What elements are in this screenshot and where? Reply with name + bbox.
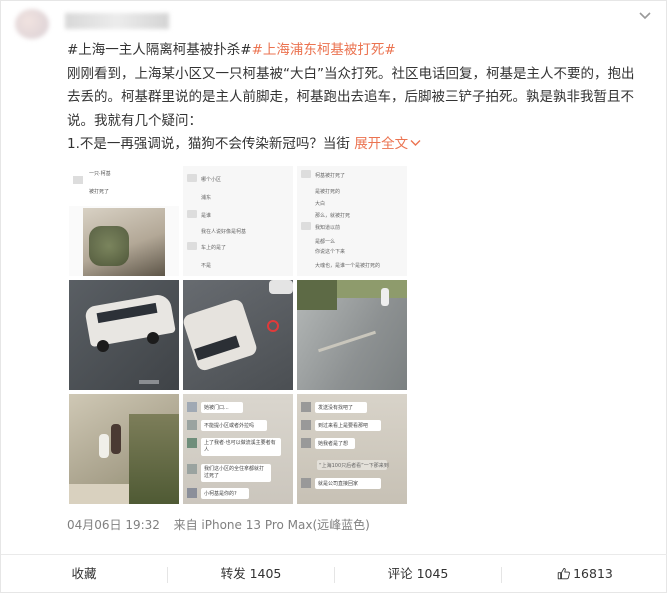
- expand-chevron-icon: [410, 140, 421, 146]
- chat-text: 到过来看上是要看那吧: [318, 423, 369, 429]
- chat-text: 柯基被打死了: [315, 173, 346, 179]
- post-line-1: #上海一主人隔离柯基被扑杀##上海浦东柯基被打死#: [67, 39, 647, 63]
- chat-text: 是都一么: [315, 239, 336, 245]
- post-source: 来自 iPhone 13 Pro Max(远峰蓝色): [173, 518, 370, 532]
- chat-text: 哪个小区: [201, 177, 222, 183]
- image-chat-screenshot-1[interactable]: 一只·柯基 被打死了: [69, 166, 179, 276]
- post-body: #上海一主人隔离柯基被扑杀##上海浦东柯基被打死# 刚刚看到，上海某小区又一只柯…: [67, 39, 647, 157]
- chat-text: 小柯基是你的?: [204, 491, 237, 497]
- image-chat-screenshot-4[interactable]: 她被门口... 不能提小区或者外拉吗 上了我者·也可以做流溪主要者有人 我们这小…: [183, 394, 293, 504]
- chat-text: 就是公司直接回家: [318, 481, 359, 487]
- username-blurred[interactable]: [65, 13, 169, 29]
- like-count: 16813: [573, 566, 613, 581]
- hashtag-1[interactable]: #上海一主人隔离柯基被扑杀#: [67, 42, 252, 58]
- chat-text: 大白: [315, 201, 326, 207]
- image-photo-bus-2[interactable]: [183, 280, 293, 390]
- chat-text: 她被门口...: [204, 405, 229, 411]
- image-chat-screenshot-5[interactable]: 发送没有找吧了 到过来看上是要看那吧 她我者是了想 “上海100只后者看”一下那…: [297, 394, 407, 504]
- post-line-4: 说。我就有几个疑问：: [67, 112, 202, 129]
- chat-text: 不能提小区或者外拉吗: [204, 423, 255, 429]
- post-line-5-text: 1.不是一再强调说，猫狗不会传染新冠吗？当街: [67, 136, 350, 152]
- action-bar: 收藏 转发 1405 评论 1045 16813: [1, 554, 667, 593]
- weibo-post-card: #上海一主人隔离柯基被扑杀##上海浦东柯基被打死# 刚刚看到，上海某小区又一只柯…: [0, 0, 667, 593]
- chat-text: 上了我者·也可以做流溪主要者有人: [204, 440, 276, 453]
- chat-text: 浦东: [201, 195, 212, 201]
- image-photo-people[interactable]: [69, 394, 179, 504]
- like-button[interactable]: 16813: [502, 555, 667, 593]
- chat-text: 我在人说好像是柯基: [201, 229, 247, 235]
- chat-text: 是谁: [201, 213, 212, 219]
- chat-text: 我们这小区的全住拿都就打过死了: [204, 466, 265, 479]
- comment-label: 评论 1045: [387, 566, 449, 581]
- user-avatar[interactable]: [15, 9, 49, 39]
- chat-text: 那么，就被打死: [315, 213, 351, 219]
- chat-text: “上海100只后者看”一下那来到: [319, 463, 389, 469]
- collect-button[interactable]: 收藏: [1, 555, 167, 593]
- comment-button[interactable]: 评论 1045: [335, 555, 501, 593]
- image-chat-screenshot-3[interactable]: 柯基被打死了 是被打死的 大白 那么，就被打死 我知道以前 是都一么 你说这个下…: [297, 166, 407, 276]
- chat-text: 被打死了: [89, 189, 110, 195]
- chat-text: 发送没有找吧了: [318, 405, 354, 411]
- expand-full-text-link[interactable]: 展开全文: [354, 136, 421, 152]
- post-line-2: 刚刚看到，上海某小区又一只柯基被“大白”当众打死。社区电话回复，柯基是主人不要的…: [67, 65, 635, 82]
- chat-text: 你说这个下来: [315, 249, 346, 255]
- chat-text: 我知道以前: [315, 225, 341, 231]
- chat-text: 不是: [201, 263, 212, 269]
- repost-label: 转发 1405: [220, 566, 282, 581]
- expand-label: 展开全文: [354, 136, 409, 152]
- hashtag-2[interactable]: #上海浦东柯基被打死#: [252, 42, 396, 58]
- chevron-down-icon[interactable]: [638, 11, 652, 21]
- repost-button[interactable]: 转发 1405: [168, 555, 334, 593]
- post-line-5: 1.不是一再强调说，猫狗不会传染新冠吗？当街 展开全文: [67, 133, 647, 157]
- image-photo-street[interactable]: [297, 280, 407, 390]
- chat-text: 一只·柯基: [89, 171, 111, 177]
- post-line-3: 去丢的。柯基群里说的是主人前脚走，柯基跑出去追车，后脚被三铲子拍死。孰是孰非我暂…: [67, 89, 634, 105]
- thumbs-up-icon: [557, 568, 571, 580]
- collect-label: 收藏: [71, 566, 97, 581]
- post-meta: 04月06日 19:32 来自 iPhone 13 Pro Max(远峰蓝色): [67, 516, 370, 533]
- image-photo-bus-1[interactable]: [69, 280, 179, 390]
- chat-text: 大魂也，是谁一个是被打死的: [315, 263, 381, 269]
- chat-text: 她我者是了想: [318, 441, 349, 447]
- post-date[interactable]: 04月06日 19:32: [67, 518, 160, 532]
- image-chat-screenshot-2[interactable]: 哪个小区 浦东 是谁 我在人说好像是柯基 车上的是了 不是: [183, 166, 293, 276]
- chat-text: 车上的是了: [201, 245, 227, 251]
- chat-text: 是被打死的: [315, 189, 341, 195]
